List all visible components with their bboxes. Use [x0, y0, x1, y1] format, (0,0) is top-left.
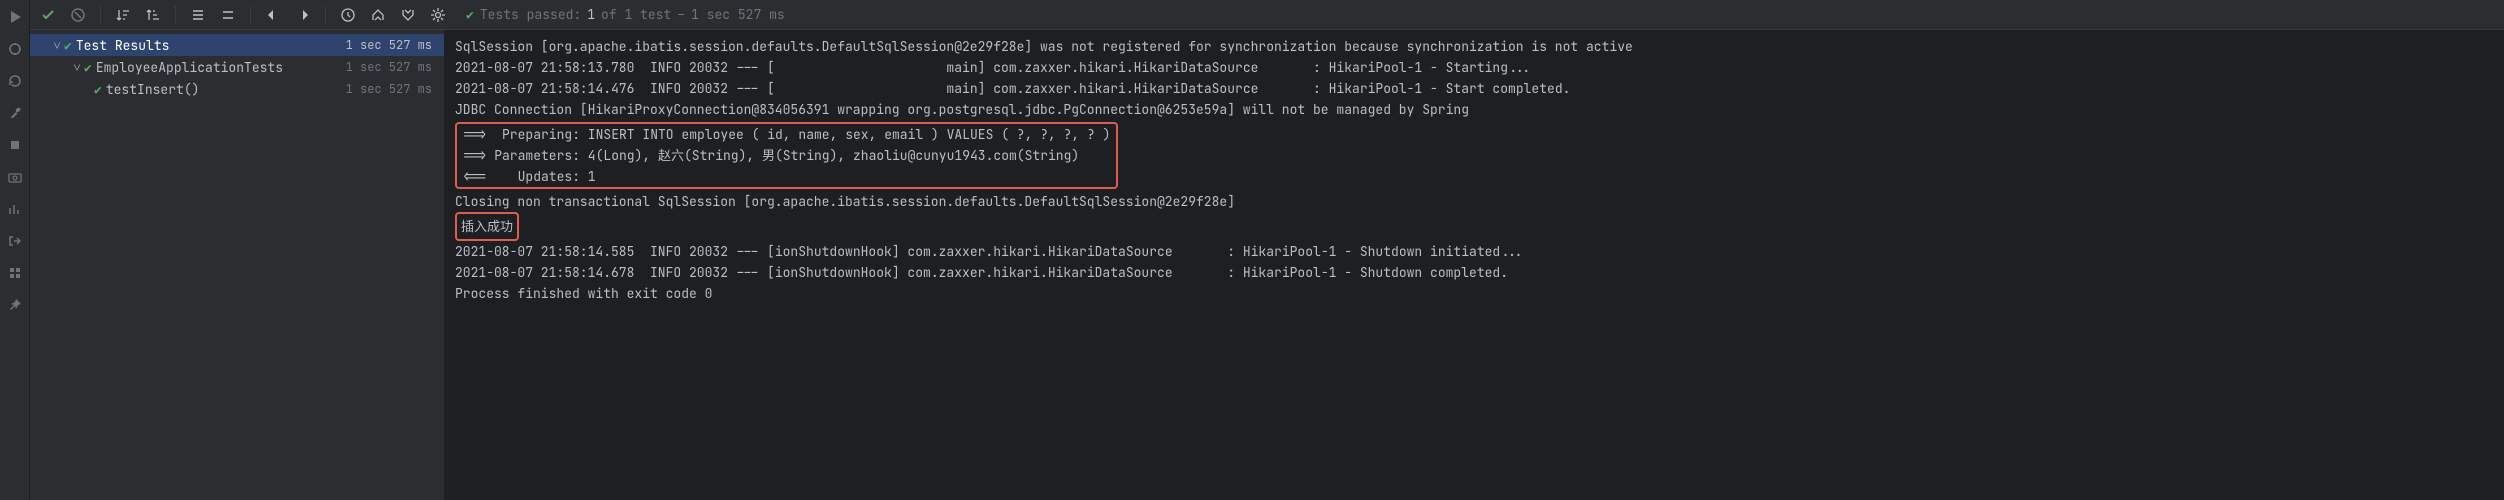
separator: [100, 6, 101, 24]
log-line: 2021-08-07 21:58:14.476 INFO 20032 --- […: [455, 78, 2494, 99]
separator: [250, 6, 251, 24]
check-icon: ✔: [84, 59, 92, 76]
log-line: Closing non transactional SqlSession [or…: [455, 191, 2494, 212]
check-icon: ✔: [94, 81, 102, 98]
log-line: 插入成功: [455, 212, 2494, 241]
content-row: ˅ ✔ Test Results 1 sec 527 ms ˅ ✔ Employ…: [30, 30, 2504, 500]
log-line: 2021-08-07 21:58:13.780 INFO 20032 --- […: [455, 57, 2494, 78]
prev-failed-button[interactable]: [261, 3, 285, 27]
tree-root-time: 1 sec 527 ms: [346, 37, 438, 53]
check-icon: ✔: [64, 37, 72, 54]
log-line: 2021-08-07 21:58:14.678 INFO 20032 --- […: [455, 262, 2494, 283]
log-line: 2021-08-07 21:58:14.585 INFO 20032 --- […: [455, 241, 2494, 262]
chevron-down-icon[interactable]: ˅: [70, 59, 84, 76]
sort-up-button[interactable]: [141, 3, 165, 27]
expand-all-button[interactable]: [186, 3, 210, 27]
tree-method-time: 1 sec 527 ms: [346, 81, 438, 97]
show-ignored-button[interactable]: [66, 3, 90, 27]
tree-class-label: EmployeeApplicationTests: [96, 59, 346, 76]
log-line: ==> Parameters: 4(Long), 赵六(String), 男(S…: [463, 145, 1110, 166]
check-icon: ✔: [466, 6, 474, 23]
tree-class-time: 1 sec 527 ms: [346, 59, 438, 75]
tree-method-label: testInsert(): [106, 81, 346, 98]
test-status-bar: ✔ Tests passed: 1 of 1 test – 1 sec 527 …: [466, 6, 785, 23]
chevron-down-icon[interactable]: ˅: [50, 37, 64, 54]
console-output[interactable]: SqlSession [org.apache.ibatis.session.de…: [445, 30, 2504, 500]
history-button[interactable]: [336, 3, 360, 27]
import-button[interactable]: [366, 3, 390, 27]
camera-icon[interactable]: [6, 168, 24, 186]
test-toolbar: ✔ Tests passed: 1 of 1 test – 1 sec 527 …: [30, 0, 2504, 30]
log-line: ==> Preparing: INSERT INTO employee ( id…: [463, 124, 1110, 145]
debug-icon[interactable]: [6, 40, 24, 58]
stop-icon[interactable]: [6, 136, 24, 154]
next-failed-button[interactable]: [291, 3, 315, 27]
status-of: of 1 test: [601, 6, 671, 23]
collapse-all-button[interactable]: [216, 3, 240, 27]
pin-icon[interactable]: [6, 296, 24, 314]
log-line: Process finished with exit code 0: [455, 283, 2494, 304]
highlight-box: 插入成功: [455, 212, 519, 241]
grid-icon[interactable]: [6, 264, 24, 282]
tree-root[interactable]: ˅ ✔ Test Results 1 sec 527 ms: [30, 34, 444, 56]
exit-icon[interactable]: [6, 232, 24, 250]
log-line: <== Updates: 1: [463, 166, 1110, 187]
separator: [325, 6, 326, 24]
tree-method[interactable]: ✔ testInsert() 1 sec 527 ms: [30, 78, 444, 100]
status-count: 1: [587, 6, 595, 23]
status-label: Tests passed:: [480, 6, 581, 23]
show-passed-button[interactable]: [36, 3, 60, 27]
status-dash: –: [677, 6, 685, 23]
left-tool-sidebar: [0, 0, 30, 500]
highlight-box: ==> Preparing: INSERT INTO employee ( id…: [455, 122, 1118, 189]
wrench-icon[interactable]: [6, 104, 24, 122]
log-line: SqlSession [org.apache.ibatis.session.de…: [455, 36, 2494, 57]
export-button[interactable]: [396, 3, 420, 27]
refresh-icon[interactable]: [6, 72, 24, 90]
separator: [175, 6, 176, 24]
test-tree: ˅ ✔ Test Results 1 sec 527 ms ˅ ✔ Employ…: [30, 30, 445, 500]
sort-down-button[interactable]: [111, 3, 135, 27]
main-area: ✔ Tests passed: 1 of 1 test – 1 sec 527 …: [30, 0, 2504, 500]
tree-root-label: Test Results: [76, 37, 346, 54]
settings-button[interactable]: [426, 3, 450, 27]
status-time: 1 sec 527 ms: [691, 6, 785, 23]
log-line: JDBC Connection [HikariProxyConnection@8…: [455, 99, 2494, 120]
tree-class[interactable]: ˅ ✔ EmployeeApplicationTests 1 sec 527 m…: [30, 56, 444, 78]
run-icon[interactable]: [6, 8, 24, 26]
chart-icon[interactable]: [6, 200, 24, 218]
